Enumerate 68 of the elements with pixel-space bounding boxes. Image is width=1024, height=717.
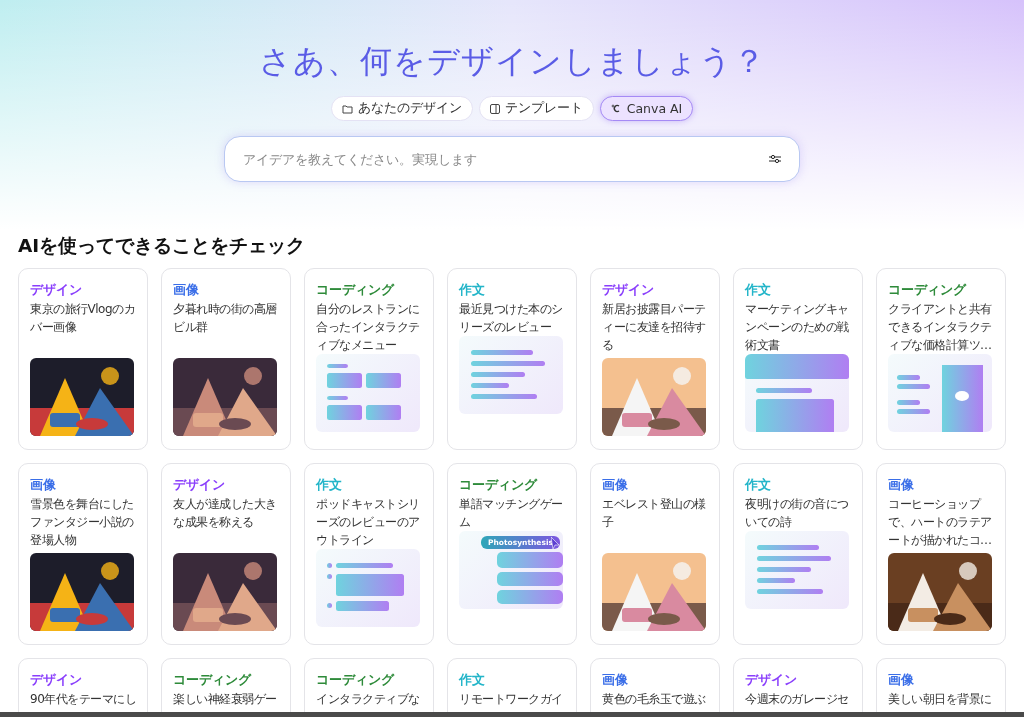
suggestion-card[interactable]: デザイン 友人が達成した大きな成果を称える <box>161 463 291 645</box>
category-label: 画像 <box>888 672 915 687</box>
settings-sliders-icon[interactable] <box>767 152 783 166</box>
suggestion-card[interactable]: 画像 コーヒーショップで、ハートのラテアートが描かれたコ… <box>876 463 1006 645</box>
suggestion-text: マーケティングキャンペーンのための戦術文書 <box>745 301 850 354</box>
page-title: さあ、何をデザインしましょう？ <box>258 41 766 82</box>
category-label: コーディング <box>316 672 396 687</box>
suggestion-text: 東京の旅行Vlogのカバー画像 <box>30 301 136 336</box>
category-label: 画像 <box>30 477 57 492</box>
category-label: 作文 <box>745 477 772 492</box>
category-label: デザイン <box>30 282 83 297</box>
category-label: 画像 <box>888 477 915 492</box>
category-label: 画像 <box>173 282 200 297</box>
prompt-field[interactable]: アイデアを教えてください。実現します <box>241 150 767 168</box>
suggestion-text: コーヒーショップで、ハートのラテアートが描かれたコ… <box>888 496 993 549</box>
suggestion-card[interactable]: 画像 夕暮れ時の街の高層ビル群 <box>161 268 291 450</box>
suggestion-text: 単語マッチングゲーム <box>459 496 564 531</box>
suggestion-card[interactable]: コーディング 自分のレストランに合ったインタラクティブなメニュー <box>304 268 434 450</box>
category-label: 作文 <box>459 282 486 297</box>
suggestion-card[interactable]: 作文 夜明けの街の音についての詩 <box>733 463 863 645</box>
category-label: デザイン <box>30 672 83 687</box>
category-label: デザイン <box>745 672 798 687</box>
suggestion-text: クライアントと共有できるインタラクティブな価格計算ツ… <box>888 301 993 354</box>
category-label: 作文 <box>316 477 343 492</box>
suggestion-text: エベレスト登山の様子 <box>602 496 707 531</box>
suggestion-card[interactable]: 作文 最近見つけた本のシリーズのレビュー <box>447 268 577 450</box>
category-label: コーディング <box>459 477 539 492</box>
suggestion-text: 夜明けの街の音についての詩 <box>745 496 850 531</box>
mode-tab[interactable]: テンプレート <box>478 96 594 121</box>
category-label: 画像 <box>602 672 629 687</box>
suggestion-text: 友人が達成した大きな成果を称える <box>173 496 278 531</box>
suggestion-text: 黄色の毛糸玉で遊ぶ <box>602 691 707 708</box>
mode-tab[interactable]: あなたのデザイン <box>330 96 473 121</box>
suggestion-card[interactable]: 作文 ポッドキャストシリーズのレビューのアウトライン <box>304 463 434 645</box>
category-label: デザイン <box>173 477 226 492</box>
cursor-icon <box>551 537 560 549</box>
suggestion-text: 新居お披露目パーティーに友達を招待する <box>602 301 707 354</box>
suggestion-card[interactable]: 画像 エベレスト登山の様子 <box>590 463 720 645</box>
mode-tab[interactable]: Canva AI <box>599 96 694 121</box>
suggestion-text: 自分のレストランに合ったインタラクティブなメニュー <box>316 301 421 354</box>
folder-icon <box>341 103 353 114</box>
suggestion-card[interactable]: デザイン 東京の旅行Vlogのカバー画像 <box>18 268 148 450</box>
category-label: コーディング <box>888 282 968 297</box>
suggestion-text: ポッドキャストシリーズのレビューのアウトライン <box>316 496 421 549</box>
suggestion-text: 夕暮れ時の街の高層ビル群 <box>173 301 278 336</box>
category-label: 作文 <box>459 672 486 687</box>
suggestion-text: 楽しい神経衰弱ゲー <box>173 691 278 708</box>
suggestion-text: リモートワークガイ <box>459 691 564 708</box>
layout-icon <box>489 103 500 114</box>
suggestion-card[interactable]: コーディング クライアントと共有できるインタラクティブな価格計算ツ… <box>876 268 1006 450</box>
category-label: 作文 <box>745 282 772 297</box>
suggestion-card[interactable]: デザイン 新居お披露目パーティーに友達を招待する <box>590 268 720 450</box>
category-label: デザイン <box>602 282 655 297</box>
suggestion-card[interactable]: 作文 マーケティングキャンペーンのための戦術文書 <box>733 268 863 450</box>
gradient-bars-drawing <box>497 552 563 604</box>
sparkle-c-icon <box>610 103 622 114</box>
category-label: 画像 <box>602 477 629 492</box>
section-heading: AIを使ってできることをチェック <box>18 234 307 258</box>
category-label: コーディング <box>316 282 396 297</box>
suggestion-text: インタラクティブな <box>316 691 421 708</box>
prompt-box[interactable]: アイデアを教えてください。実現します <box>224 136 800 182</box>
suggestion-text: 今週末のガレージセ <box>745 691 850 708</box>
suggestion-card[interactable]: 画像 雪景色を舞台にしたファンタジー小説の登場人物 <box>18 463 148 645</box>
category-label: コーディング <box>173 672 253 687</box>
suggestion-text: 90年代をテーマにし <box>30 691 137 708</box>
suggestion-text: 雪景色を舞台にしたファンタジー小説の登場人物 <box>30 496 135 549</box>
suggestion-text: 最近見つけた本のシリーズのレビュー <box>459 301 564 336</box>
suggestion-text: 美しい朝日を背景に <box>888 691 993 708</box>
